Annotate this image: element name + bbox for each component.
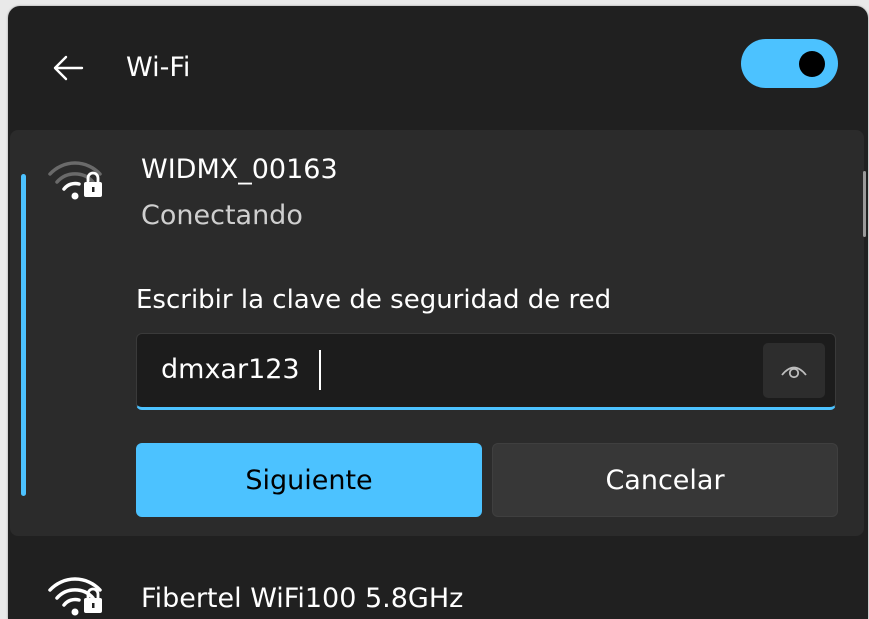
wifi-secured-icon (46, 568, 108, 616)
wifi-secured-icon (46, 152, 108, 200)
password-field[interactable]: dmxar123 (136, 333, 836, 410)
arrow-left-icon (53, 55, 84, 81)
password-input-text[interactable]: dmxar123 (161, 354, 300, 385)
cancel-button[interactable]: Cancelar (492, 443, 838, 517)
wifi-toggle[interactable] (741, 39, 838, 88)
toggle-knob (799, 51, 825, 77)
text-caret (319, 350, 321, 390)
page-title: Wi-Fi (126, 52, 191, 83)
scrollbar[interactable] (863, 171, 866, 237)
network-status: Conectando (141, 200, 303, 231)
back-button[interactable] (46, 46, 90, 90)
wifi-panel: Wi-Fi WIDMX_00163 Conectando Escribir la… (8, 6, 868, 619)
network-name: WIDMX_00163 (141, 154, 338, 185)
reveal-password-button[interactable] (763, 343, 825, 398)
selection-indicator (21, 174, 26, 496)
network-name: Fibertel WiFi100 5.8GHz (141, 583, 464, 614)
eye-icon (781, 366, 807, 378)
next-button[interactable]: Siguiente (136, 443, 482, 517)
password-prompt: Escribir la clave de seguridad de red (136, 285, 612, 315)
